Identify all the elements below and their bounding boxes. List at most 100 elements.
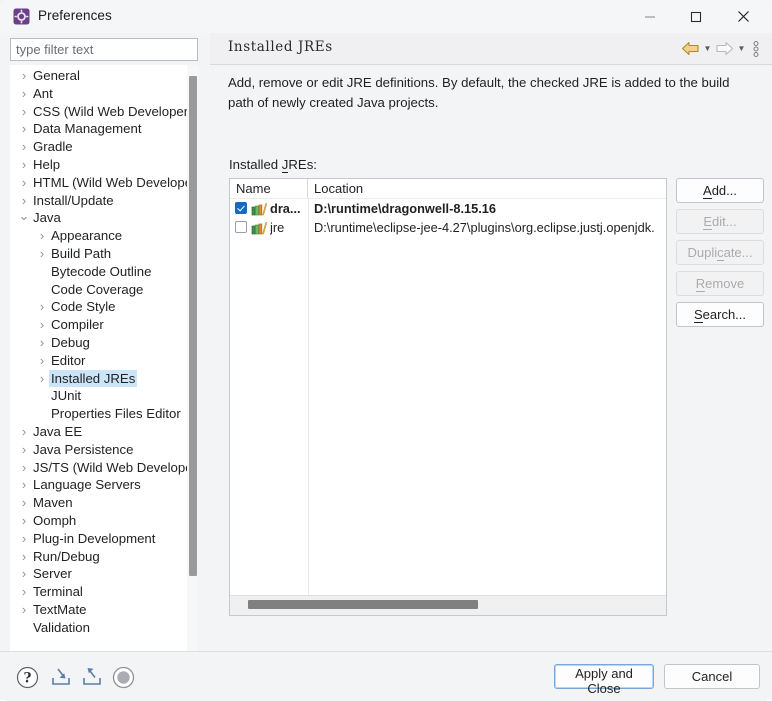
apply-and-close-button[interactable]: Apply and Close: [554, 664, 654, 696]
sidebar-item-label: General: [33, 68, 80, 83]
chevron-right-icon[interactable]: ›: [18, 459, 30, 477]
sidebar-item-plug-in-development[interactable]: › Plug-in Development: [10, 530, 187, 548]
sidebar-item-junit[interactable]: JUnit: [10, 387, 187, 405]
sidebar-item-help[interactable]: › Help: [10, 156, 187, 174]
chevron-right-icon[interactable]: ›: [18, 174, 30, 192]
chevron-right-icon[interactable]: ›: [36, 334, 48, 352]
sidebar-item-server[interactable]: › Server: [10, 565, 187, 583]
chevron-right-icon[interactable]: ›: [18, 103, 30, 121]
sidebar-item-label: CSS (Wild Web Developer): [33, 103, 193, 119]
sidebar-vertical-scroll-thumb[interactable]: [188, 76, 197, 576]
sidebar-item-textmate[interactable]: › TextMate: [10, 601, 187, 619]
import-arrow-icon[interactable]: [48, 664, 74, 690]
sidebar-item-label: Terminal: [33, 584, 83, 600]
help-question-icon[interactable]: ?: [14, 664, 40, 690]
chevron-right-icon[interactable]: ›: [18, 548, 30, 566]
sidebar-item-ant[interactable]: › Ant: [10, 85, 187, 103]
chevron-right-icon[interactable]: ›: [36, 298, 48, 316]
sidebar-item-java[interactable]: ⌄ Java: [10, 209, 187, 227]
jre-library-icon: [251, 221, 268, 235]
table-row[interactable]: jre D:\runtime\eclipse-jee-4.27\plugins\o…: [230, 218, 666, 237]
chevron-right-icon[interactable]: ›: [36, 316, 48, 334]
cancel-button[interactable]: Cancel: [664, 664, 760, 689]
jre-checkbox[interactable]: [235, 221, 247, 233]
sidebar-item-maven[interactable]: › Maven: [10, 494, 187, 512]
column-header-name[interactable]: Name: [230, 179, 308, 198]
remove-button[interactable]: Remove: [676, 271, 764, 296]
back-arrow-icon[interactable]: [680, 33, 701, 64]
chevron-right-icon[interactable]: ›: [18, 512, 30, 530]
sidebar-item-terminal[interactable]: › Terminal: [10, 583, 187, 601]
sidebar-item-editor[interactable]: › Editor: [10, 352, 187, 370]
sidebar-item-language-servers[interactable]: › Language Servers: [10, 476, 187, 494]
chevron-right-icon[interactable]: ›: [18, 156, 30, 174]
sidebar-item-properties-files-editor[interactable]: Properties Files Editor: [10, 405, 187, 423]
sidebar-item-installed-jres[interactable]: › Installed JREs: [10, 369, 187, 388]
sidebar-item-css-wild-web-developer[interactable]: › CSS (Wild Web Developer): [10, 103, 193, 121]
sidebar-item-java-persistence[interactable]: › Java Persistence: [10, 441, 187, 459]
chevron-right-icon[interactable]: ›: [36, 370, 48, 388]
preferences-tree[interactable]: › General › Ant › CSS (Wild Web Developer) › Da…: [10, 65, 198, 668]
oomph-recorder-icon[interactable]: [110, 664, 136, 690]
chevron-right-icon[interactable]: ›: [18, 85, 30, 103]
search-button[interactable]: Search...: [676, 302, 764, 327]
export-arrow-icon[interactable]: [79, 664, 105, 690]
chevron-right-icon[interactable]: ›: [18, 120, 30, 138]
forward-dropdown-caret-down-icon[interactable]: ▼: [735, 33, 748, 64]
sidebar-item-code-style[interactable]: › Code Style: [10, 298, 187, 316]
chevron-right-icon[interactable]: ›: [18, 138, 30, 156]
sidebar-item-oomph[interactable]: › Oomph: [10, 512, 187, 530]
maximize-button[interactable]: [673, 0, 718, 33]
sidebar-item-code-coverage[interactable]: Code Coverage: [10, 281, 187, 299]
chevron-right-icon[interactable]: ›: [18, 441, 30, 459]
sidebar-item-data-management[interactable]: › Data Management: [10, 120, 187, 138]
sidebar-item-validation[interactable]: Validation: [10, 619, 187, 637]
add-button[interactable]: Add...: [676, 178, 764, 203]
table-row[interactable]: dra... D:\runtime\dragonwell-8.15.16: [230, 199, 666, 218]
duplicate-button[interactable]: Duplicate...: [676, 240, 764, 265]
chevron-right-icon[interactable]: ›: [18, 67, 30, 85]
chevron-right-icon[interactable]: ›: [36, 245, 48, 263]
jre-checkbox[interactable]: [235, 202, 247, 214]
sidebar-item-bytecode-outline[interactable]: Bytecode Outline: [10, 263, 187, 281]
chevron-right-icon[interactable]: ›: [18, 192, 30, 210]
vertical-dots-menu-icon[interactable]: [748, 33, 764, 64]
chevron-right-icon[interactable]: ›: [18, 530, 30, 548]
sidebar-item-java-ee[interactable]: › Java EE: [10, 423, 187, 441]
chevron-right-icon[interactable]: ›: [18, 476, 30, 494]
preferences-dialog: Preferences ›General›Ant›CSS (Wild Web D…: [0, 0, 772, 701]
chevron-right-icon[interactable]: ›: [18, 423, 30, 441]
edit-button[interactable]: Edit...: [676, 209, 764, 234]
sidebar-item-general[interactable]: › General: [10, 67, 187, 85]
sidebar-item-compiler[interactable]: › Compiler: [10, 316, 187, 334]
sidebar-vertical-scrollbar[interactable]: [187, 65, 198, 668]
sidebar-item-debug[interactable]: › Debug: [10, 334, 187, 352]
forward-arrow-icon[interactable]: [714, 33, 735, 64]
sidebar-item-label: Install/Update: [33, 192, 114, 208]
chevron-right-icon[interactable]: ›: [18, 601, 30, 619]
title-bar: Preferences: [0, 0, 772, 33]
sidebar-item-gradle[interactable]: › Gradle: [10, 138, 187, 156]
search-input[interactable]: [10, 38, 198, 61]
back-dropdown-caret-down-icon[interactable]: ▼: [701, 33, 714, 64]
sidebar-item-build-path[interactable]: › Build Path: [10, 245, 187, 263]
sidebar-item-label: Oomph: [33, 512, 77, 528]
page-title: Installed JREs: [228, 39, 333, 55]
sidebar-item-js-ts-wild-web-developer[interactable]: › JS/TS (Wild Web Developer): [10, 459, 198, 477]
sidebar-item-html-wild-web-developer[interactable]: › HTML (Wild Web Developer): [10, 174, 198, 192]
sidebar-item-install-update[interactable]: › Install/Update: [10, 192, 187, 210]
chevron-right-icon[interactable]: ›: [18, 565, 30, 583]
installed-jres-table[interactable]: Name Location dra... D:\runtime\dragonwel…: [229, 178, 667, 616]
chevron-right-icon[interactable]: ›: [36, 352, 48, 370]
sidebar-item-run-debug[interactable]: › Run/Debug: [10, 548, 187, 566]
table-horizontal-scrollbar[interactable]: [230, 595, 666, 615]
table-horizontal-scroll-thumb[interactable]: [248, 600, 478, 609]
close-button[interactable]: [721, 0, 766, 33]
chevron-right-icon[interactable]: ›: [18, 494, 30, 512]
column-header-location[interactable]: Location: [308, 179, 666, 198]
chevron-down-icon[interactable]: ⌄: [18, 209, 30, 222]
chevron-right-icon[interactable]: ›: [18, 583, 30, 601]
chevron-right-icon[interactable]: ›: [36, 227, 48, 245]
minimize-button[interactable]: [627, 0, 672, 33]
sidebar-item-appearance[interactable]: › Appearance: [10, 227, 187, 245]
